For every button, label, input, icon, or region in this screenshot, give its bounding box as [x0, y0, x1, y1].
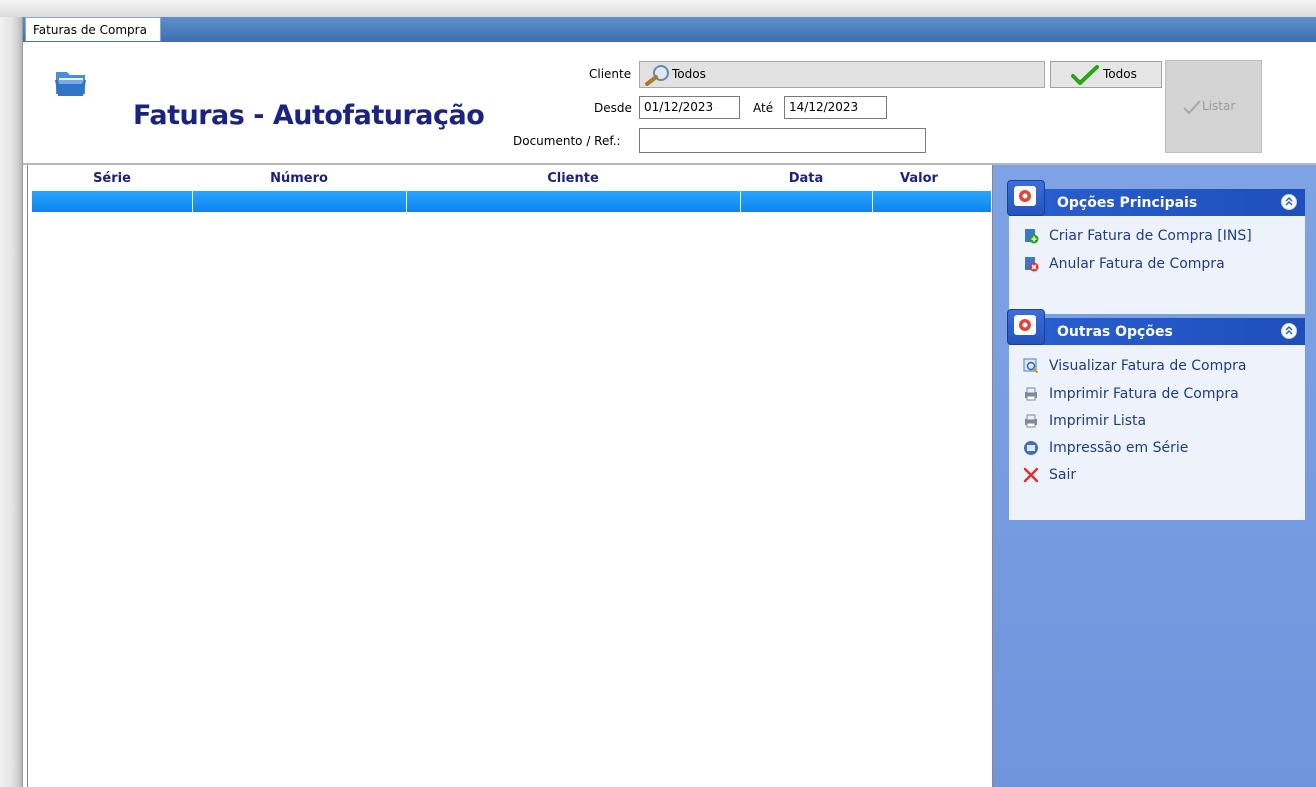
menu-item-label: Criar Fatura de Compra [INS] — [1049, 228, 1252, 244]
preview-icon — [1023, 358, 1039, 374]
magnifier-icon — [645, 65, 669, 86]
ate-date-field[interactable]: 14/12/2023 — [784, 96, 887, 119]
side-panel: Opções Principais Criar Fatura de Compra… — [993, 165, 1316, 787]
page-title: Faturas - Autofaturação — [133, 100, 485, 131]
create-doc-icon — [1025, 229, 1039, 244]
tab-faturas-de-compra[interactable]: Faturas de Compra — [25, 17, 161, 41]
documento-label: Documento / Ref.: — [513, 134, 621, 148]
background-shade-top — [0, 0, 1316, 17]
desde-date-field[interactable]: 01/12/2023 — [639, 96, 740, 119]
group-header[interactable]: Opções Principais — [1009, 189, 1305, 216]
menu-item-label: Imprimir Lista — [1049, 413, 1147, 429]
printer-icon — [1025, 387, 1037, 401]
group-title: Outras Opções — [1057, 324, 1173, 340]
checkmark-icon — [1183, 100, 1201, 115]
group-title: Opções Principais — [1057, 195, 1198, 211]
window: Faturas de Compra Faturas - Autofaturaçã… — [22, 17, 1316, 787]
printer-icon — [1025, 414, 1037, 428]
listar-button[interactable]: Listar — [1165, 60, 1262, 153]
cancel-doc-icon — [1025, 257, 1039, 272]
collapse-icon[interactable] — [1281, 194, 1297, 210]
cliente-label: Cliente — [589, 67, 632, 81]
menu-item-imprimir-lista[interactable]: Imprimir Lista — [1023, 411, 1146, 431]
cell-divider — [192, 191, 193, 212]
tab-strip: Faturas de Compra — [23, 17, 1316, 42]
menu-item-label: Sair — [1049, 467, 1077, 483]
group-body: Visualizar Fatura de Compra Imprimir Fat… — [1009, 345, 1305, 520]
column-header-cliente[interactable]: Cliente — [406, 171, 740, 186]
collapse-icon[interactable] — [1281, 323, 1297, 339]
todos-button[interactable]: Todos — [1050, 61, 1162, 88]
batch-print-icon — [1024, 441, 1038, 455]
cliente-selector[interactable]: Todos — [639, 61, 1045, 88]
menu-item-sair[interactable]: Sair — [1023, 465, 1076, 485]
menu-item-impressao-serie[interactable]: Impressão em Série — [1023, 438, 1188, 458]
column-header-data[interactable]: Data — [740, 171, 872, 186]
background-shade-left — [0, 0, 22, 787]
cell-divider — [872, 191, 873, 212]
table-row-selected[interactable] — [32, 191, 991, 212]
checkmark-icon — [1071, 65, 1099, 85]
documento-field[interactable] — [639, 128, 926, 153]
menu-item-label: Imprimir Fatura de Compra — [1049, 386, 1239, 402]
menu-item-label: Impressão em Série — [1049, 440, 1189, 456]
group-badge-icon — [1007, 309, 1045, 345]
folder-icon — [55, 72, 86, 96]
menu-item-visualizar-fatura[interactable]: Visualizar Fatura de Compra — [1023, 356, 1246, 376]
column-header-valor[interactable]: Valor — [872, 171, 1004, 186]
group-badge-icon — [1007, 180, 1045, 216]
column-header-serie[interactable]: Série — [32, 171, 192, 186]
cell-divider — [406, 191, 407, 212]
grid-header: Série Número Cliente Data Valor — [28, 165, 992, 191]
header-panel: Faturas - Autofaturação Cliente Todos To… — [23, 42, 1316, 165]
menu-item-imprimir-fatura[interactable]: Imprimir Fatura de Compra — [1023, 384, 1239, 404]
cell-divider — [740, 191, 741, 212]
todos-button-label: Todos — [1103, 67, 1137, 81]
menu-item-label: Anular Fatura de Compra — [1049, 256, 1225, 272]
cliente-value: Todos — [672, 67, 706, 81]
group-body: Criar Fatura de Compra [INS] Anular Fatu… — [1009, 216, 1305, 314]
menu-item-anular-fatura[interactable]: Anular Fatura de Compra — [1023, 254, 1225, 274]
desde-label: Desde — [594, 101, 632, 115]
ate-label: Até — [753, 101, 774, 115]
column-header-numero[interactable]: Número — [192, 171, 406, 186]
close-icon — [1023, 467, 1039, 483]
group-header[interactable]: Outras Opções — [1009, 318, 1305, 345]
invoice-grid[interactable]: Série Número Cliente Data Valor — [27, 165, 993, 787]
menu-item-criar-fatura[interactable]: Criar Fatura de Compra [INS] — [1023, 226, 1252, 246]
listar-button-label: Listar — [1202, 99, 1236, 113]
menu-item-label: Visualizar Fatura de Compra — [1049, 358, 1247, 374]
